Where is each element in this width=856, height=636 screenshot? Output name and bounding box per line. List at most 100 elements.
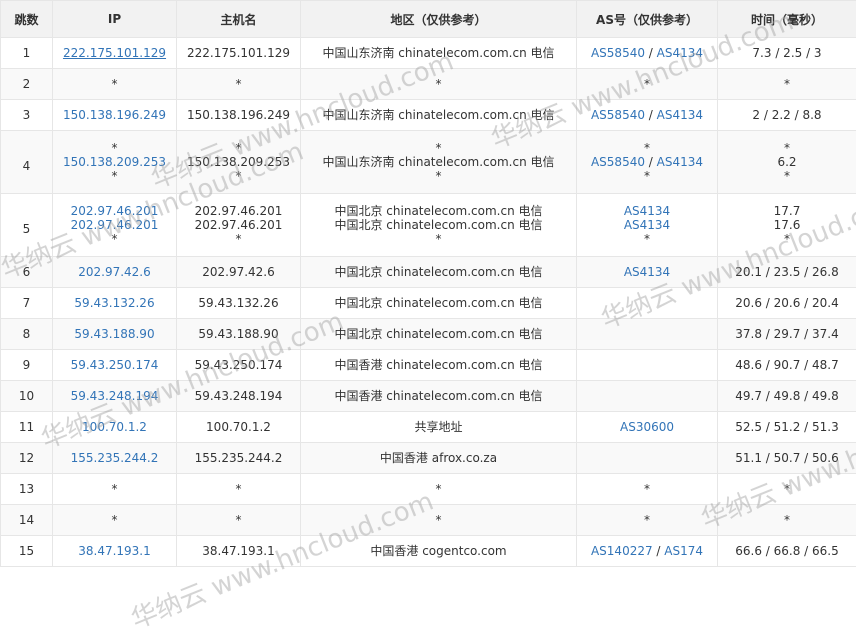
asn-line: * bbox=[577, 482, 717, 496]
ip-address[interactable]: 59.43.250.174 bbox=[53, 358, 176, 372]
table-row: 1059.43.248.19459.43.248.194中国香港 chinate… bbox=[1, 381, 856, 412]
ip-address[interactable]: 100.70.1.2 bbox=[53, 420, 176, 434]
ip-link[interactable]: 222.175.101.129 bbox=[53, 46, 176, 60]
timeout-marker: * bbox=[644, 513, 650, 527]
asn-link[interactable]: AS58540 bbox=[591, 108, 645, 122]
hostname: * bbox=[177, 141, 300, 155]
table-row: 4*150.138.209.253**150.138.209.253**中国山东… bbox=[1, 131, 856, 194]
region-text: * bbox=[301, 141, 576, 155]
asn-link[interactable]: AS4134 bbox=[657, 46, 703, 60]
asn-line: * bbox=[577, 232, 717, 246]
table-row: 14***** bbox=[1, 505, 856, 536]
asn-link[interactable]: AS30600 bbox=[620, 420, 674, 434]
latency-value: * bbox=[718, 482, 856, 496]
asn-line: AS4134 bbox=[577, 204, 717, 218]
region-text: * bbox=[301, 513, 576, 527]
hop-number: 3 bbox=[1, 100, 53, 131]
asn-cell: AS58540 / AS4134 bbox=[577, 38, 718, 69]
hostname-cell: 38.47.193.1 bbox=[177, 536, 301, 567]
ip-address[interactable]: 59.43.188.90 bbox=[53, 327, 176, 341]
hop-number: 14 bbox=[1, 505, 53, 536]
ip-address[interactable]: 38.47.193.1 bbox=[53, 544, 176, 558]
asn-link[interactable]: AS4134 bbox=[624, 218, 670, 232]
latency-value: 52.5 / 51.2 / 51.3 bbox=[718, 420, 856, 434]
hostname: * bbox=[177, 482, 300, 496]
asn-cell: AS4134 bbox=[577, 257, 718, 288]
region-cell: 中国香港 chinatelecom.com.cn 电信 bbox=[301, 381, 577, 412]
table-row: 959.43.250.17459.43.250.174中国香港 chinatel… bbox=[1, 350, 856, 381]
ip-address[interactable]: 59.43.132.26 bbox=[53, 296, 176, 310]
col-header-region: 地区（仅供参考） bbox=[301, 1, 577, 38]
latency-cell: 2 / 2.2 / 8.8 bbox=[718, 100, 856, 131]
ip-address[interactable]: 202.97.46.201 bbox=[53, 204, 176, 218]
timeout-marker: * bbox=[644, 232, 650, 246]
hostname-cell: 59.43.248.194 bbox=[177, 381, 301, 412]
region-cell: *中国山东济南 chinatelecom.com.cn 电信* bbox=[301, 131, 577, 194]
latency-value: 2 / 2.2 / 8.8 bbox=[718, 108, 856, 122]
latency-value: * bbox=[718, 169, 856, 183]
hostname: 155.235.244.2 bbox=[177, 451, 300, 465]
asn-link[interactable]: AS4134 bbox=[657, 155, 703, 169]
timeout-marker: * bbox=[644, 141, 650, 155]
hostname-cell: * bbox=[177, 474, 301, 505]
latency-cell: 51.1 / 50.7 / 50.6 bbox=[718, 443, 856, 474]
region-cell: 中国北京 chinatelecom.com.cn 电信中国北京 chinatel… bbox=[301, 194, 577, 257]
latency-value: 6.2 bbox=[718, 155, 856, 169]
hop-number: 2 bbox=[1, 69, 53, 100]
hostname: * bbox=[177, 77, 300, 91]
region-cell: 中国北京 chinatelecom.com.cn 电信 bbox=[301, 288, 577, 319]
ip-address[interactable]: 150.138.196.249 bbox=[53, 108, 176, 122]
asn-link[interactable]: AS140227 bbox=[591, 544, 653, 558]
table-header-row: 跳数 IP 主机名 地区（仅供参考） AS号（仅供参考） 时间（毫秒） bbox=[1, 1, 856, 38]
hostname-cell: 150.138.196.249 bbox=[177, 100, 301, 131]
ip-address[interactable]: 155.235.244.2 bbox=[53, 451, 176, 465]
ip-address[interactable]: 59.43.248.194 bbox=[53, 389, 176, 403]
hop-number: 6 bbox=[1, 257, 53, 288]
asn-cell: * bbox=[577, 69, 718, 100]
asn-cell: AS4134AS4134* bbox=[577, 194, 718, 257]
hostname: 59.43.250.174 bbox=[177, 358, 300, 372]
asn-link[interactable]: AS58540 bbox=[591, 46, 645, 60]
latency-cell: 20.1 / 23.5 / 26.8 bbox=[718, 257, 856, 288]
col-header-hop: 跳数 bbox=[1, 1, 53, 38]
asn-cell bbox=[577, 381, 718, 412]
latency-value: 7.3 / 2.5 / 3 bbox=[718, 46, 856, 60]
timeout-marker: * bbox=[644, 169, 650, 183]
asn-link[interactable]: AS4134 bbox=[657, 108, 703, 122]
asn-link[interactable]: AS58540 bbox=[591, 155, 645, 169]
asn-link[interactable]: AS4134 bbox=[624, 204, 670, 218]
ip-cell: 38.47.193.1 bbox=[53, 536, 177, 567]
asn-cell: * bbox=[577, 474, 718, 505]
ip-cell: 59.43.132.26 bbox=[53, 288, 177, 319]
asn-separator: / bbox=[645, 155, 657, 169]
timeout-marker: * bbox=[53, 77, 176, 91]
timeout-marker: * bbox=[53, 482, 176, 496]
table-row: 859.43.188.9059.43.188.90中国北京 chinatelec… bbox=[1, 319, 856, 350]
hostname-cell: * bbox=[177, 69, 301, 100]
hostname: * bbox=[177, 232, 300, 246]
ip-cell: 100.70.1.2 bbox=[53, 412, 177, 443]
ip-address[interactable]: 202.97.46.201 bbox=[53, 218, 176, 232]
ip-address[interactable]: 150.138.209.253 bbox=[53, 155, 176, 169]
latency-value: 20.6 / 20.6 / 20.4 bbox=[718, 296, 856, 310]
hostname-cell: 100.70.1.2 bbox=[177, 412, 301, 443]
latency-cell: 49.7 / 49.8 / 49.8 bbox=[718, 381, 856, 412]
asn-link[interactable]: AS174 bbox=[664, 544, 703, 558]
latency-value: 17.7 bbox=[718, 204, 856, 218]
hostname: * bbox=[177, 513, 300, 527]
hostname-cell: 202.97.42.6 bbox=[177, 257, 301, 288]
col-header-ip: IP bbox=[53, 1, 177, 38]
region-text: * bbox=[301, 482, 576, 496]
hostname: 150.138.209.253 bbox=[177, 155, 300, 169]
ip-address[interactable]: 202.97.42.6 bbox=[53, 265, 176, 279]
region-cell: * bbox=[301, 505, 577, 536]
asn-link[interactable]: AS4134 bbox=[624, 265, 670, 279]
latency-value: * bbox=[718, 77, 856, 91]
timeout-marker: * bbox=[53, 513, 176, 527]
region-cell: 中国香港 chinatelecom.com.cn 电信 bbox=[301, 350, 577, 381]
hostname-cell: 202.97.46.201202.97.46.201* bbox=[177, 194, 301, 257]
latency-value: 20.1 / 23.5 / 26.8 bbox=[718, 265, 856, 279]
timeout-marker: * bbox=[644, 77, 650, 91]
latency-cell: 7.3 / 2.5 / 3 bbox=[718, 38, 856, 69]
asn-line: AS4134 bbox=[577, 265, 717, 279]
